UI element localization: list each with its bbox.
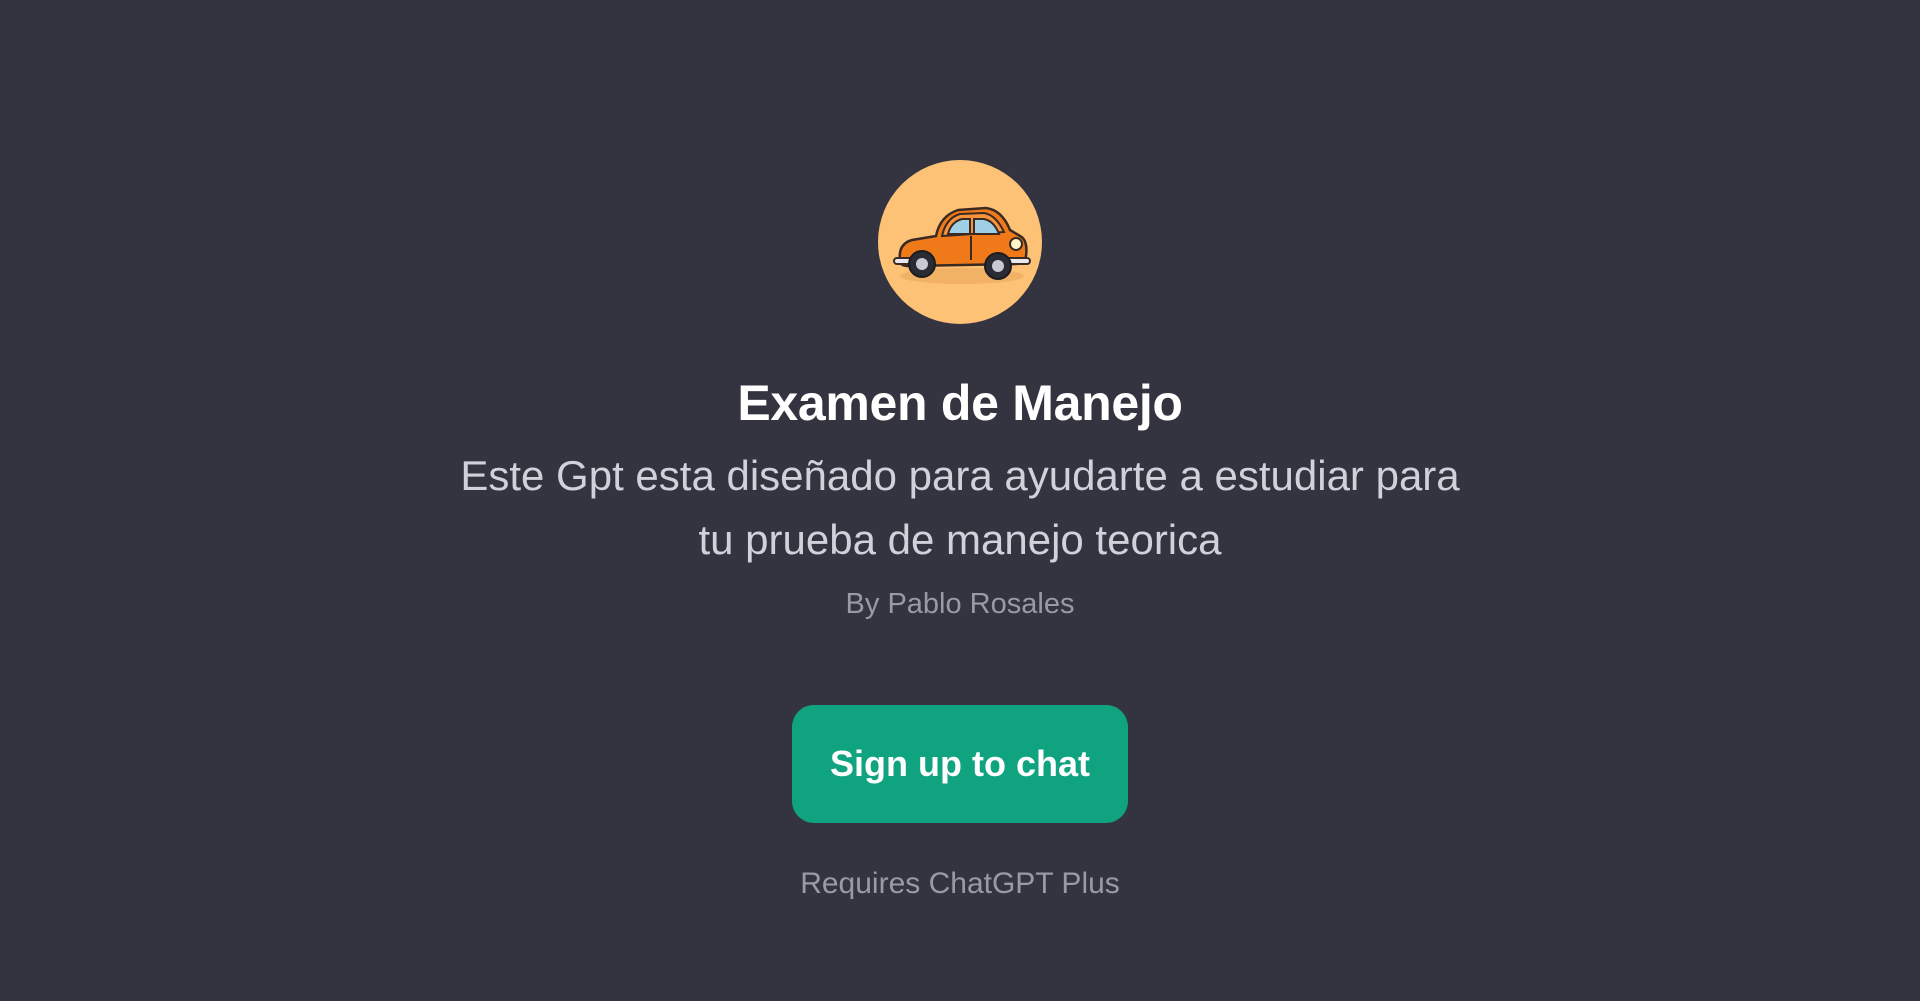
- gpt-avatar: [878, 160, 1042, 324]
- gpt-title: Examen de Manejo: [737, 375, 1183, 431]
- gpt-landing-page: Examen de Manejo Este Gpt esta diseñado …: [0, 0, 1920, 1001]
- plus-requirement-note: Requires ChatGPT Plus: [800, 867, 1120, 900]
- orange-vintage-car-icon: [893, 206, 1031, 284]
- sign-up-to-chat-button[interactable]: Sign up to chat: [792, 705, 1128, 823]
- gpt-description: Este Gpt esta diseñado para ayudarte a e…: [460, 452, 1460, 563]
- gpt-author: By Pablo Rosales: [845, 588, 1075, 620]
